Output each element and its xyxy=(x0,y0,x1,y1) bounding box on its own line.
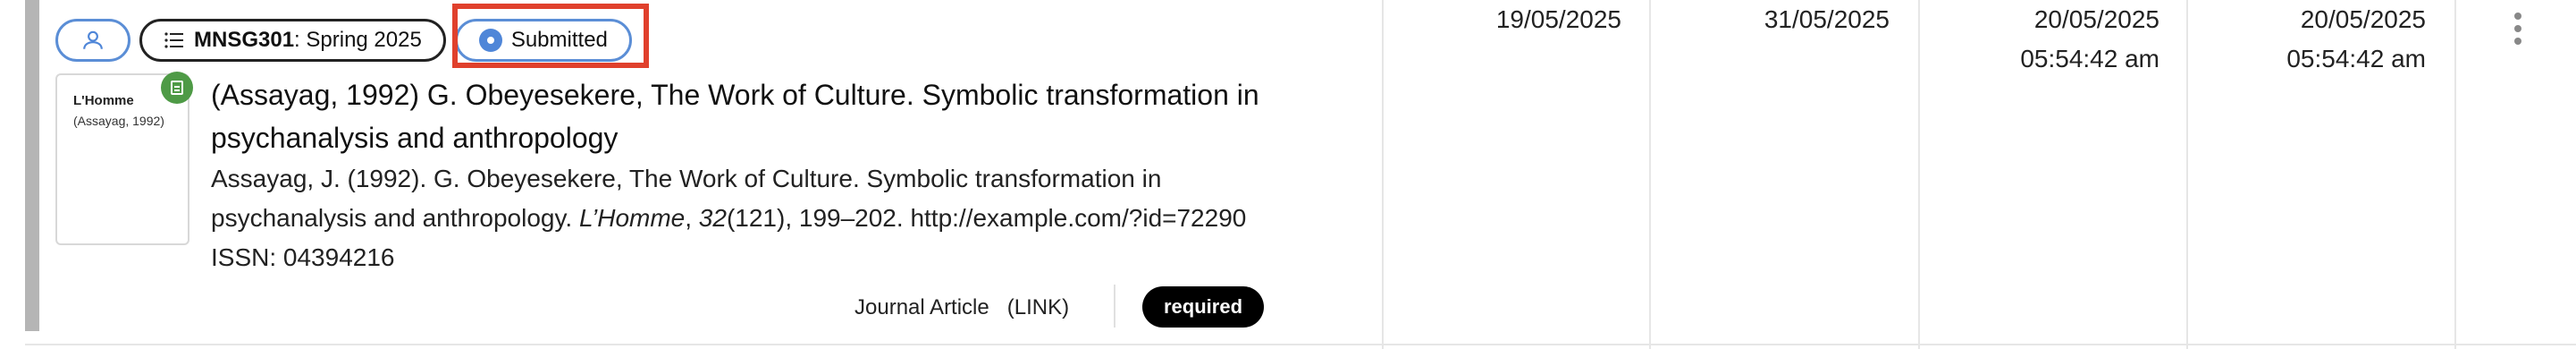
item-type: Journal Article xyxy=(854,295,989,319)
date-cell-4: 20/05/2025 05:54:42 am xyxy=(2283,0,2426,79)
thumbnail-title: L'Homme xyxy=(73,93,134,108)
more-options-icon[interactable] xyxy=(2513,13,2522,48)
course-chip[interactable]: MNSG301: Spring 2025 xyxy=(139,19,446,62)
required-badge: required xyxy=(1142,286,1265,328)
date-cell-3-time: 05:54:42 am xyxy=(2020,45,2159,72)
item-citation: Assayag, J. (1992). G. Obeyesekere, The … xyxy=(211,165,1247,271)
column-divider xyxy=(2186,0,2188,349)
date-cell-1: 19/05/2025 xyxy=(1495,5,1621,33)
date-cell-3: 20/05/2025 05:54:42 am xyxy=(2016,0,2159,79)
column-divider xyxy=(1382,0,1384,349)
column-divider xyxy=(1918,0,1920,349)
course-term: : Spring 2025 xyxy=(294,28,422,52)
footer-divider xyxy=(1114,285,1115,328)
row-bottom-border xyxy=(25,344,2576,345)
item-link[interactable]: (LINK) xyxy=(1007,295,1069,319)
item-title[interactable]: (Assayag, 1992) G. Obeyesekere, The Work… xyxy=(211,73,1319,159)
thumbnail-subtitle: (Assayag, 1992) xyxy=(73,114,164,128)
list-icon xyxy=(164,32,183,48)
course-label: MNSG301: Spring 2025 xyxy=(194,28,422,53)
reading-list-row: MNSG301: Spring 2025 Submitted L'Homme (… xyxy=(0,0,2576,349)
article-type-badge xyxy=(161,72,193,104)
item-type-and-link: Journal Article (LINK) xyxy=(854,295,1069,320)
citation-issn: ISSN: 04394216 xyxy=(211,243,395,271)
date-cell-4-time: 05:54:42 am xyxy=(2286,45,2426,72)
row-status-bar xyxy=(25,0,39,331)
assignee-chip[interactable] xyxy=(55,19,130,62)
document-icon xyxy=(171,81,183,95)
citation-suffix: (121), 199–202. http://example.com/?id=7… xyxy=(726,204,1247,232)
column-divider xyxy=(2454,0,2456,349)
date-cell-3-date: 20/05/2025 xyxy=(2033,5,2159,33)
status-highlight-box xyxy=(452,4,649,68)
date-cell-4-date: 20/05/2025 xyxy=(2300,5,2426,33)
citation-journal: L’Homme xyxy=(578,204,686,232)
date-cell-2: 31/05/2025 xyxy=(1764,5,1890,33)
column-divider xyxy=(1649,0,1651,349)
citation-volume: 32 xyxy=(698,204,727,232)
user-icon xyxy=(83,30,103,49)
course-code: MNSG301 xyxy=(194,28,295,52)
